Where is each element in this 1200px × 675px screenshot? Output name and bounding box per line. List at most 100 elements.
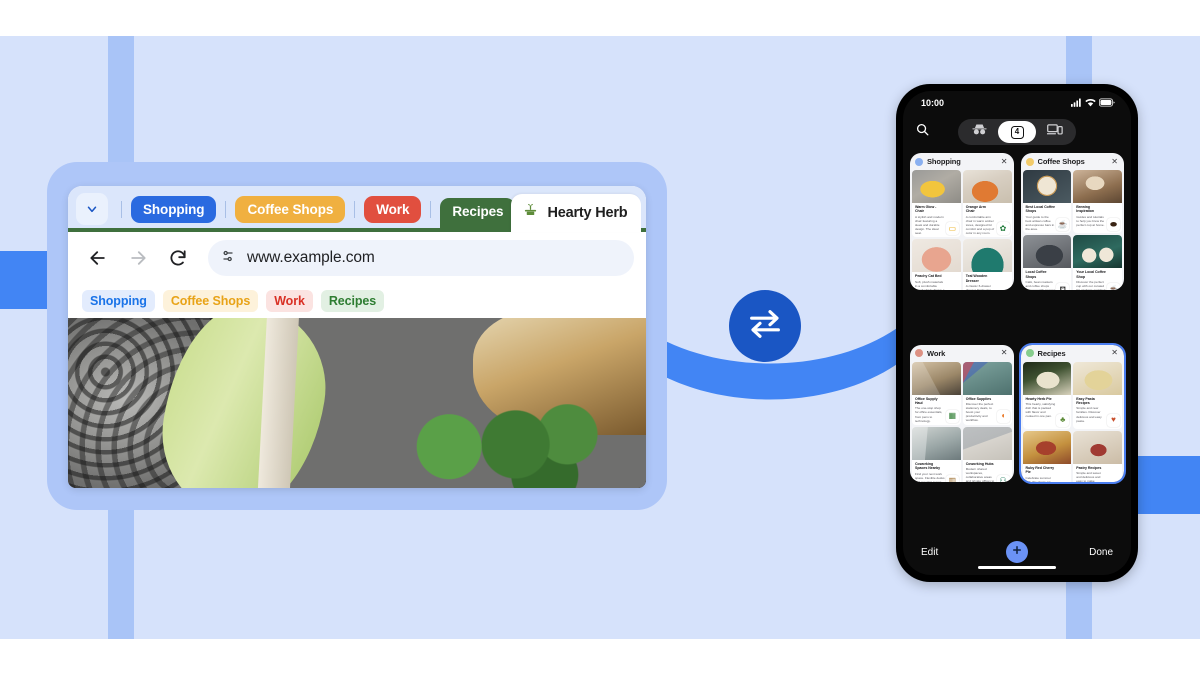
tab-divider: [430, 200, 432, 218]
mini-thumbnail: [912, 170, 961, 203]
group-color-dot: [1025, 349, 1034, 357]
mini-thumbnail: [962, 239, 1012, 273]
notebook-icon: ▦: [945, 409, 959, 423]
edit-button[interactable]: Edit: [921, 547, 938, 558]
bookmark-coffee-shops[interactable]: Coffee Shops: [162, 290, 259, 312]
mini-tab-card[interactable]: Orange Arm Chair A comfortable arm chair…: [962, 170, 1012, 238]
mini-tab-title: Easy Pasta Recipes: [1076, 396, 1095, 405]
mini-tab-card[interactable]: Office Supplies Discover the perfect sta…: [962, 361, 1012, 425]
tab-group-shopping[interactable]: Shopping: [131, 195, 217, 223]
mini-tab-card[interactable]: Hearty Herb Pie This hearty, satisfying …: [1022, 361, 1072, 429]
mini-tab-card[interactable]: Coworking Spaces Nearby Find your next w…: [912, 426, 961, 482]
close-icon[interactable]: ✕: [1001, 157, 1009, 166]
done-button[interactable]: Done: [1089, 547, 1113, 558]
close-icon[interactable]: ✕: [1111, 349, 1119, 357]
mini-tab-title: Brewing Inspiration: [1076, 205, 1095, 214]
tab-group-recipes[interactable]: Recipes: [440, 198, 516, 232]
mini-tab-desc: Simple and sweet and delicious and easy …: [1076, 471, 1101, 482]
close-icon[interactable]: ✕: [1001, 349, 1009, 357]
sync-swap-arrows-icon: [745, 304, 785, 349]
tab-divider: [121, 200, 122, 218]
espresso-icon: ⛾: [1056, 283, 1070, 290]
tab-group-header: Recipes ✕: [1021, 345, 1125, 362]
phone-tab-switcher-toolbar: 4: [903, 115, 1131, 149]
people-icon: ⚇: [996, 474, 1010, 482]
segment-other-devices[interactable]: [1036, 121, 1074, 143]
bookmark-label: Work: [274, 294, 305, 308]
tab-group-header: Shopping ✕: [910, 153, 1014, 170]
group-title: Work: [927, 348, 946, 358]
screenshot-root: Shopping Coffee Shops Work Recipes Heart…: [0, 0, 1200, 675]
mini-tab-card[interactable]: Easy Pasta Recipes Simple and new famili…: [1073, 361, 1122, 429]
tab-divider: [225, 200, 227, 218]
mini-tab-card[interactable]: Brewing Inspiration Guides and tutorials…: [1073, 170, 1122, 234]
mini-tab-title: Teal Wooden Dresser: [965, 274, 988, 283]
coffee-bean-icon: ⬬: [1107, 218, 1120, 232]
group-title: Shopping: [927, 157, 961, 166]
close-icon[interactable]: ✕: [1111, 157, 1119, 166]
mini-thumbnail: [912, 426, 961, 460]
coffee-cup-icon: ☕: [1056, 218, 1070, 232]
mini-tab-card[interactable]: Warm Glow - Chair A stylish and modern c…: [912, 170, 961, 238]
mini-thumbnail: [912, 361, 961, 395]
active-tab[interactable]: Hearty Herb: [511, 194, 642, 232]
mini-tab-card[interactable]: Coworking Hubs Modern shared workspaces,…: [962, 426, 1012, 482]
mini-tab-card[interactable]: Best Local Coffee Shops Your guide to th…: [1022, 170, 1072, 234]
tune-sliders-icon[interactable]: [220, 248, 236, 269]
herb-icon: ♣: [1056, 413, 1070, 427]
mini-tab-card[interactable]: Local Coffee Shops Café, bean roasters a…: [1022, 235, 1072, 290]
tab-group-work[interactable]: Work: [364, 195, 422, 223]
mini-tab-title: Peachy Cat Bed: [915, 274, 942, 279]
bookmark-label: Coffee Shops: [170, 294, 251, 308]
chevron-down-icon[interactable]: [76, 193, 108, 225]
bookmarks-bar: Shopping Coffee Shops Work Recipes: [68, 284, 646, 318]
mini-tab-card[interactable]: Office Supply Haul The one-stop shop for…: [912, 361, 961, 425]
mini-tab-title: Your Local Coffee Shop: [1076, 270, 1106, 279]
mini-thumbnail: [962, 361, 1012, 395]
mini-thumbnail: [1073, 235, 1122, 269]
tab-group-coffee-shops[interactable]: Coffee Shops: [235, 195, 346, 223]
tab-group-label: Work: [376, 201, 410, 217]
new-tab-button[interactable]: [1006, 541, 1028, 563]
address-bar[interactable]: www.example.com: [208, 240, 634, 276]
briefcase-icon: ▥: [945, 474, 959, 482]
segment-regular-tabs[interactable]: 4: [998, 121, 1036, 143]
mini-tab-title: Local Coffee Shops: [1025, 270, 1047, 279]
segment-incognito-tabs[interactable]: [960, 121, 998, 143]
group-title: Coffee Shops: [1037, 157, 1085, 166]
mini-tab-card[interactable]: Pastry Recipes Simple and sweet and deli…: [1073, 430, 1122, 482]
status-time: 10:00: [921, 98, 945, 108]
back-arrow-icon[interactable]: [80, 240, 116, 276]
mini-tab-desc: Soft, plush materials in a comfortable p…: [915, 279, 945, 290]
search-icon[interactable]: [915, 122, 930, 142]
chair-icon: ▭: [945, 222, 959, 236]
tab-group-card-shopping[interactable]: Shopping ✕ Warm Glow - Chair A stylish a…: [910, 153, 1014, 290]
mini-tab-card[interactable]: Peachy Cat Bed Soft, plush materials in …: [912, 239, 961, 290]
mini-tab-card[interactable]: Teal Wooden Dresser A classic 6-drawer d…: [962, 239, 1012, 290]
tab-divider: [354, 200, 356, 218]
mini-thumbnail: [962, 170, 1012, 203]
tab-group-card-coffee-shops[interactable]: Coffee Shops ✕ Best Local Coffee Shops Y…: [1020, 153, 1124, 290]
tab-group-card-recipes[interactable]: Recipes ✕ Hearty Herb Pie This hearty, s…: [1018, 342, 1126, 484]
tablet-browser-window: Shopping Coffee Shops Work Recipes Heart…: [68, 186, 646, 488]
mini-thumbnail: [1022, 170, 1072, 203]
tab-group-header: Work ✕: [910, 345, 1014, 362]
mini-tab-desc: Celebrate summer with this cherry pie, b…: [1025, 475, 1052, 482]
tab-group-card-work[interactable]: Work ✕ Office Supply Haul The one-stop s…: [910, 344, 1014, 482]
megaphone-icon: ◖: [996, 409, 1010, 423]
bookmark-shopping[interactable]: Shopping: [82, 290, 155, 312]
tab-count-icon: 4: [1010, 125, 1024, 139]
mini-tab-title: Ruby Red Cherry Pie: [1025, 465, 1055, 475]
reload-icon[interactable]: [160, 240, 196, 276]
cellular-signal-icon: [1071, 97, 1082, 109]
bookmark-label: Shopping: [90, 294, 147, 308]
mini-tab-card[interactable]: Your Local Coffee Shop Discover the perf…: [1073, 235, 1122, 290]
mini-tab-title: Hearty Herb Pie: [1025, 396, 1052, 401]
forward-arrow-icon[interactable]: [120, 240, 156, 276]
mini-thumbnail: [1022, 361, 1072, 395]
bookmark-recipes[interactable]: Recipes: [320, 290, 385, 312]
bookmark-work[interactable]: Work: [266, 290, 313, 312]
mini-thumbnail: [962, 426, 1012, 460]
group-color-dot: [1025, 157, 1034, 166]
mini-tab-card[interactable]: Ruby Red Cherry Pie Celebrate summer wit…: [1022, 430, 1072, 482]
